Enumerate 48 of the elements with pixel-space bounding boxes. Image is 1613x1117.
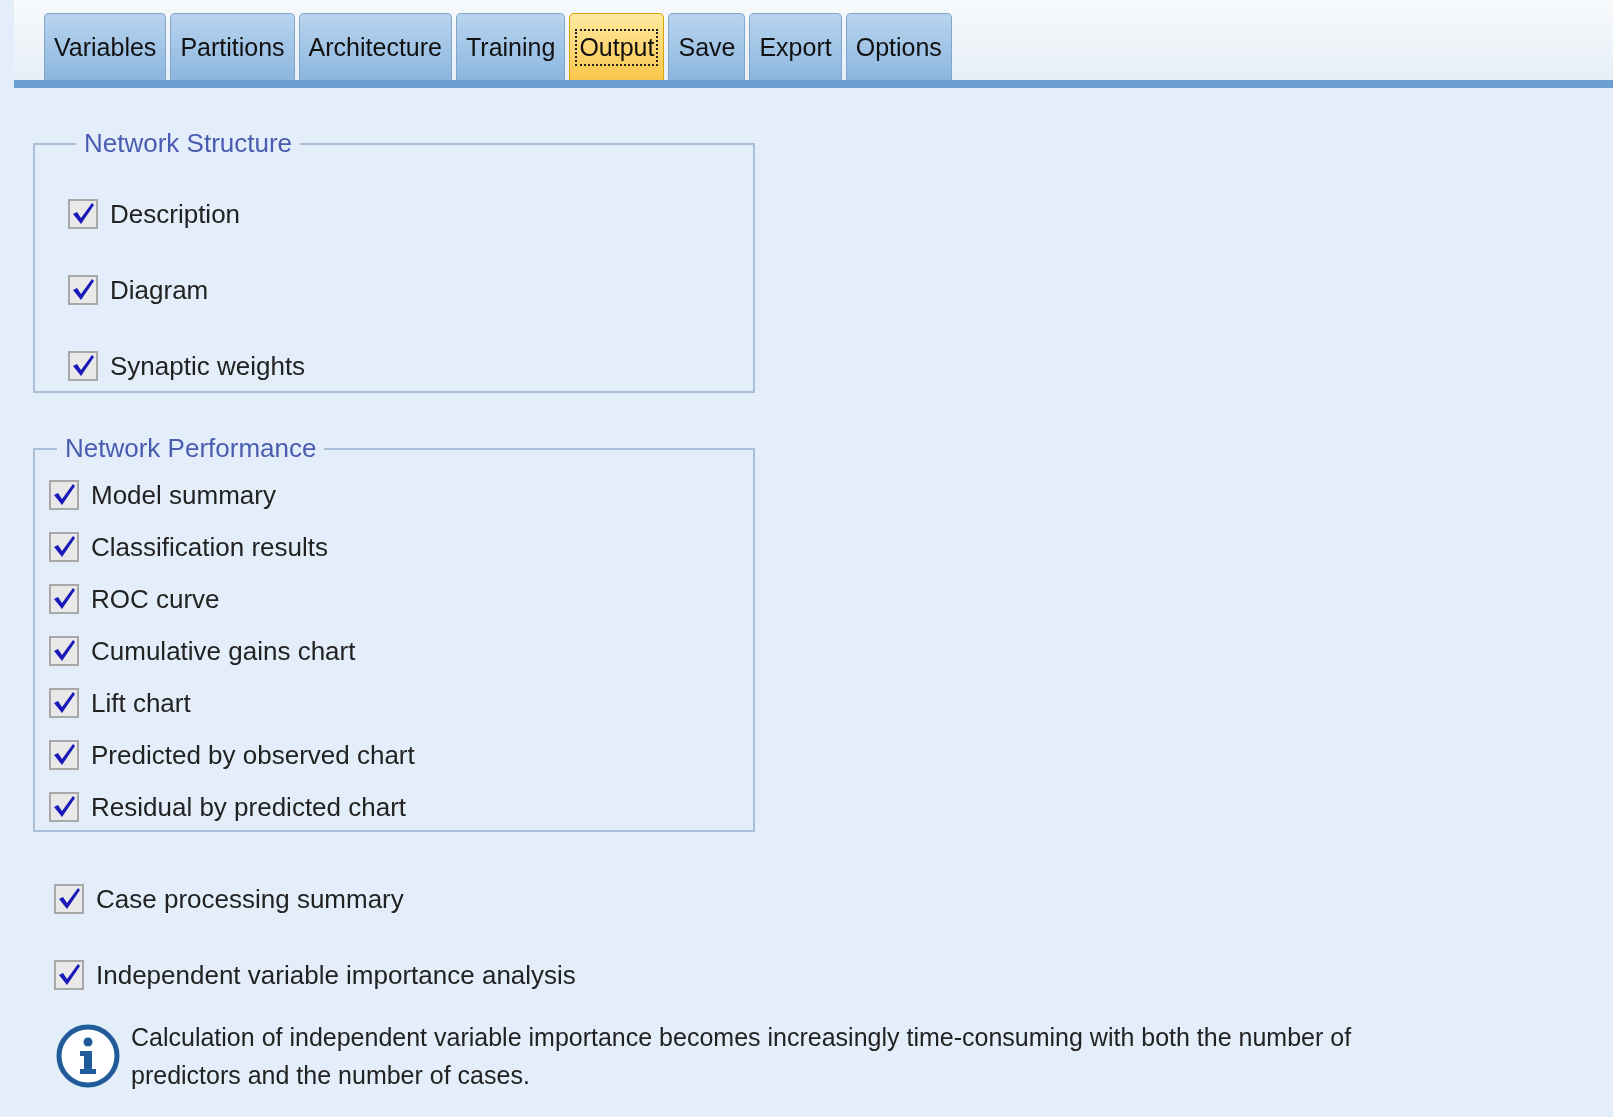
checkmark-icon	[52, 587, 76, 611]
checkmark-icon	[52, 483, 76, 507]
tab[interactable]: Variables	[44, 13, 167, 80]
checkbox-label: Diagram	[110, 274, 209, 306]
checkbox[interactable]	[49, 688, 79, 718]
checkbox-label: Residual by predicted chart	[91, 791, 407, 823]
checkmark-icon	[71, 278, 95, 302]
tab[interactable]: Save	[668, 13, 746, 80]
checkmark-icon	[57, 963, 81, 987]
checkbox-label: Independent variable importance analysis	[96, 959, 576, 991]
checkbox-label: Synaptic weights	[110, 350, 306, 382]
checkbox[interactable]	[54, 884, 84, 914]
tab[interactable]: Architecture	[298, 13, 452, 80]
checkbox-label: Case processing summary	[96, 883, 404, 915]
checkmark-icon	[52, 639, 76, 663]
checkbox[interactable]	[54, 960, 84, 990]
checkbox-label: Cumulative gains chart	[91, 635, 356, 667]
group-title: Network Structure	[83, 128, 294, 159]
checkbox[interactable]	[49, 636, 79, 666]
tab[interactable]: Export	[749, 13, 842, 80]
info-note: Calculation of independent variable importance becomes increasingly time-consuming with both the number of predictors and the number of cases.	[131, 1022, 1353, 1091]
checkbox-label: Lift chart	[91, 687, 191, 719]
checkbox[interactable]	[68, 275, 98, 305]
checkbox[interactable]	[68, 351, 98, 381]
checkmark-icon	[71, 354, 95, 378]
info-icon	[55, 1023, 121, 1089]
checkbox-label: Description	[110, 198, 241, 230]
checkbox[interactable]	[49, 584, 79, 614]
tab[interactable]: Training	[456, 13, 566, 80]
checkmark-icon	[52, 691, 76, 715]
tab[interactable]: Partitions	[170, 13, 295, 80]
checkmark-icon	[52, 535, 76, 559]
tab[interactable]: Output	[569, 13, 665, 80]
checkmark-icon	[57, 887, 81, 911]
checkbox[interactable]	[49, 480, 79, 510]
tab[interactable]: Options	[845, 13, 952, 80]
checkmark-icon	[71, 202, 95, 226]
checkbox[interactable]	[49, 740, 79, 770]
checkbox[interactable]	[68, 199, 98, 229]
checkbox-label: Model summary	[91, 479, 276, 511]
checkbox-label: Classification results	[91, 531, 328, 563]
checkbox[interactable]	[49, 792, 79, 822]
checkbox-label: Predicted by observed chart	[91, 739, 415, 771]
checkbox[interactable]	[49, 532, 79, 562]
group-title: Network Performance	[64, 433, 318, 464]
checkbox-label: ROC curve	[91, 583, 220, 615]
checkmark-icon	[52, 743, 76, 767]
checkmark-icon	[52, 795, 76, 819]
